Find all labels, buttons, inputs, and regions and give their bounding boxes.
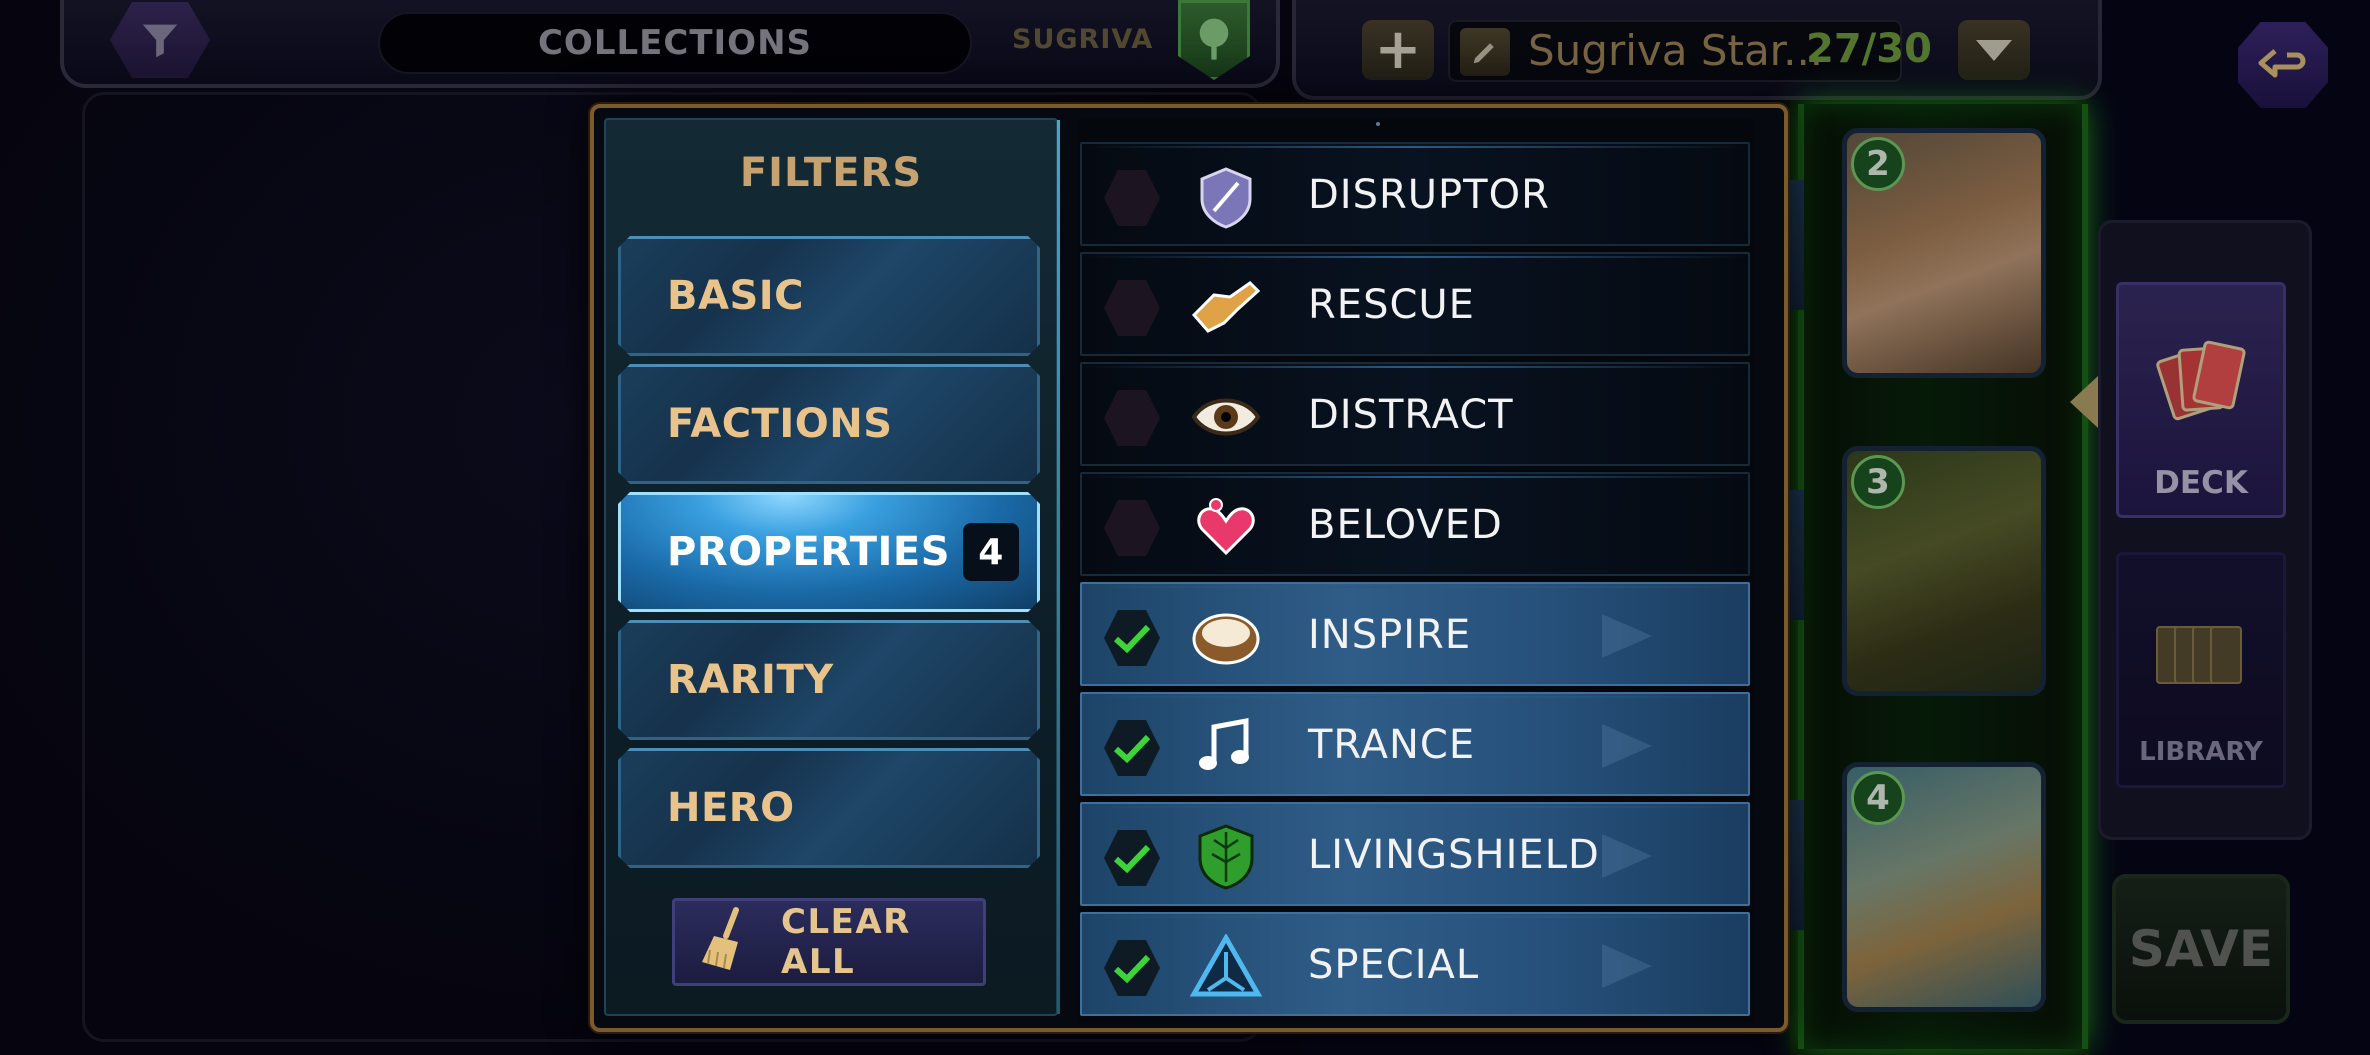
property-row-special[interactable]: SPECIAL bbox=[1080, 912, 1750, 1016]
property-row-disruptor[interactable]: DISRUPTOR bbox=[1080, 142, 1750, 246]
distract-eye-icon bbox=[1190, 382, 1262, 452]
row-arrow-decoration bbox=[1602, 614, 1652, 658]
property-checkbox[interactable] bbox=[1104, 280, 1160, 336]
filters-title: FILTERS bbox=[739, 150, 923, 196]
trance-music-note-icon bbox=[1190, 712, 1262, 782]
property-row-distract[interactable]: DISTRACT bbox=[1080, 362, 1750, 466]
property-checkbox[interactable] bbox=[1104, 940, 1160, 996]
property-label: SPECIAL bbox=[1308, 942, 1480, 988]
category-label: RARITY bbox=[667, 657, 834, 703]
livingshield-leaf-shield-icon bbox=[1190, 822, 1262, 892]
row-arrow-decoration bbox=[1602, 724, 1652, 768]
property-label: BELOVED bbox=[1308, 502, 1503, 548]
property-checkbox[interactable] bbox=[1104, 610, 1160, 666]
selected-count-badge: 4 bbox=[963, 523, 1019, 581]
property-row-beloved[interactable]: BELOVED bbox=[1080, 472, 1750, 576]
category-label: PROPERTIES bbox=[667, 529, 951, 575]
scroll-indicator bbox=[1376, 122, 1380, 126]
disruptor-shield-icon bbox=[1190, 162, 1262, 232]
property-checkbox[interactable] bbox=[1104, 500, 1160, 556]
checkmark-icon bbox=[1113, 954, 1151, 983]
property-row-livingshield[interactable]: LIVINGSHIELD bbox=[1080, 802, 1750, 906]
property-checkbox[interactable] bbox=[1104, 830, 1160, 886]
filter-category-rarity[interactable]: RARITY bbox=[618, 620, 1040, 740]
property-checkbox[interactable] bbox=[1104, 170, 1160, 226]
property-label: INSPIRE bbox=[1308, 612, 1472, 658]
checkmark-icon bbox=[1113, 734, 1151, 763]
property-row-trance[interactable]: TRANCE bbox=[1080, 692, 1750, 796]
checkmark-icon bbox=[1113, 844, 1151, 873]
property-checkbox[interactable] bbox=[1104, 720, 1160, 776]
special-triangle-icon bbox=[1190, 932, 1262, 1002]
property-label: DISTRACT bbox=[1308, 392, 1514, 438]
property-label: RESCUE bbox=[1308, 282, 1475, 328]
property-checkbox[interactable] bbox=[1104, 390, 1160, 446]
checkmark-icon bbox=[1113, 624, 1151, 653]
broom-icon bbox=[702, 907, 739, 970]
category-label: HERO bbox=[667, 785, 795, 831]
property-label: TRANCE bbox=[1308, 722, 1476, 768]
filter-category-factions[interactable]: FACTIONS bbox=[618, 364, 1040, 484]
property-label: DISRUPTOR bbox=[1308, 172, 1550, 218]
row-arrow-decoration bbox=[1602, 834, 1652, 878]
beloved-heart-icon bbox=[1190, 492, 1262, 562]
property-row-rescue[interactable]: RESCUE bbox=[1080, 252, 1750, 356]
filter-category-basic[interactable]: BASIC bbox=[618, 236, 1040, 356]
property-row-inspire[interactable]: INSPIRE bbox=[1080, 582, 1750, 686]
filter-category-properties[interactable]: PROPERTIES 4 bbox=[618, 492, 1040, 612]
filter-category-hero[interactable]: HERO bbox=[618, 748, 1040, 868]
rescue-handshake-icon bbox=[1190, 272, 1262, 342]
row-arrow-decoration bbox=[1602, 944, 1652, 988]
inspire-coconut-icon bbox=[1190, 602, 1262, 672]
category-label: BASIC bbox=[667, 273, 804, 319]
category-label: FACTIONS bbox=[667, 401, 893, 447]
property-label: LIVINGSHIELD bbox=[1308, 832, 1600, 878]
